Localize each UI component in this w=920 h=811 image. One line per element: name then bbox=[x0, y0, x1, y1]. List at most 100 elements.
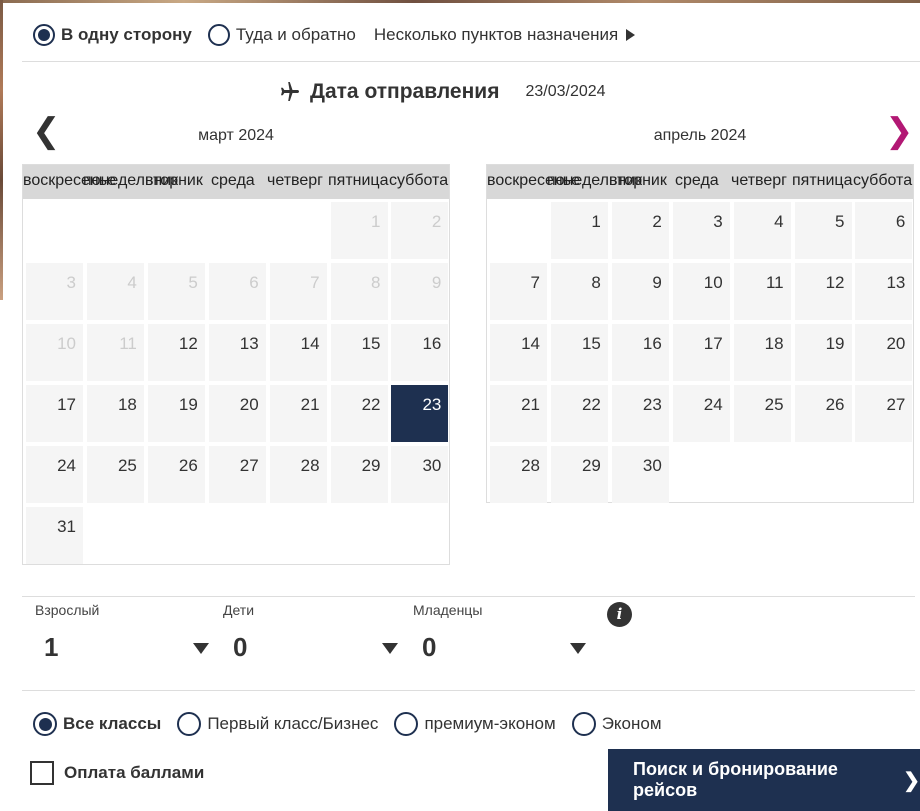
infants-label: Младенцы bbox=[413, 602, 483, 618]
calendar-day[interactable]: 16 bbox=[611, 324, 669, 381]
multi-city-label: Несколько пунктов назначения bbox=[373, 25, 619, 44]
calendar-day[interactable]: 14 bbox=[269, 324, 327, 381]
search-flights-button[interactable]: Поиск и бронирование рейсов ❯ bbox=[608, 749, 920, 811]
calendar-day[interactable]: 6 bbox=[855, 202, 913, 259]
calendar-day[interactable]: 21 bbox=[490, 385, 547, 442]
month-title-march: март 2024 bbox=[198, 127, 274, 144]
calendar-day[interactable]: 16 bbox=[391, 324, 449, 381]
calendar-day[interactable]: 17 bbox=[26, 385, 83, 442]
calendar-day[interactable]: 4 bbox=[733, 202, 791, 259]
weekday-label: вторник bbox=[609, 172, 667, 189]
radio-selected-icon bbox=[33, 712, 57, 736]
calendar-day[interactable]: 13 bbox=[855, 263, 913, 320]
calendar-day[interactable]: 19 bbox=[147, 385, 205, 442]
calendar-day[interactable]: 8 bbox=[550, 263, 608, 320]
weekday-label: четверг bbox=[267, 172, 323, 189]
triangle-right-icon bbox=[626, 29, 636, 41]
calendar-day[interactable]: 23 bbox=[611, 385, 669, 442]
calendar-day[interactable]: 18 bbox=[733, 324, 791, 381]
class-economy-label: Эконом bbox=[601, 714, 662, 733]
class-premium-economy[interactable]: премиум-эконом bbox=[394, 712, 556, 736]
calendar-day[interactable]: 30 bbox=[611, 446, 669, 503]
info-icon[interactable]: i bbox=[607, 602, 632, 627]
calendar-day[interactable]: 26 bbox=[147, 446, 205, 503]
chevron-down-icon[interactable] bbox=[570, 643, 586, 654]
calendar-day[interactable]: 31 bbox=[26, 507, 83, 564]
calendar-day[interactable]: 15 bbox=[330, 324, 388, 381]
children-select[interactable]: 0 bbox=[233, 632, 247, 663]
calendar-day[interactable]: 14 bbox=[490, 324, 547, 381]
calendar-day[interactable]: 10 bbox=[672, 263, 730, 320]
calendar-day[interactable]: 19 bbox=[794, 324, 852, 381]
calendar-day: 7 bbox=[269, 263, 327, 320]
infants-select[interactable]: 0 bbox=[422, 632, 436, 663]
divider bbox=[22, 596, 915, 597]
radio-unselected-icon bbox=[394, 712, 419, 736]
calendar-day[interactable]: 27 bbox=[208, 446, 266, 503]
calendar-day[interactable]: 5 bbox=[794, 202, 852, 259]
calendar-day[interactable]: 11 bbox=[733, 263, 791, 320]
calendar-day[interactable]: 12 bbox=[794, 263, 852, 320]
calendar-day[interactable]: 22 bbox=[550, 385, 608, 442]
class-all-label: Все классы bbox=[63, 714, 162, 733]
weekday-label: пятница bbox=[792, 172, 853, 189]
calendar-day: 5 bbox=[147, 263, 205, 320]
search-button-label: Поиск и бронирование рейсов bbox=[633, 759, 838, 800]
divider bbox=[22, 690, 915, 691]
weekday-header: воскресенье понедельник вторник среда четвер… bbox=[23, 165, 449, 199]
weekday-label: среда bbox=[675, 172, 719, 189]
chevron-down-icon[interactable] bbox=[382, 643, 398, 654]
weekday-label: пятница bbox=[328, 172, 389, 189]
calendar-day[interactable]: 20 bbox=[855, 324, 913, 381]
calendar-day[interactable]: 24 bbox=[26, 446, 83, 503]
calendar-day[interactable]: 15 bbox=[550, 324, 608, 381]
cabin-class-selector: Все классы Первый класс/Бизнес премиум-э… bbox=[33, 711, 678, 737]
chevron-right-icon: ❯ bbox=[903, 769, 920, 792]
calendar-day[interactable]: 9 bbox=[611, 263, 669, 320]
pay-with-points-label: Оплата баллами bbox=[64, 763, 205, 782]
calendar-day[interactable]: 17 bbox=[672, 324, 730, 381]
calendar-day[interactable]: 29 bbox=[330, 446, 388, 503]
trip-type-round-trip[interactable]: Туда и обратно bbox=[207, 24, 356, 46]
calendar-day[interactable]: 12 bbox=[147, 324, 205, 381]
calendar-day[interactable]: 29 bbox=[550, 446, 608, 503]
trip-type-one-way[interactable]: В одну сторону bbox=[33, 24, 192, 46]
calendar-day-selected[interactable]: 23 bbox=[391, 385, 449, 442]
calendar-day[interactable]: 27 bbox=[855, 385, 913, 442]
calendar-day: 9 bbox=[391, 263, 449, 320]
radio-selected-icon bbox=[33, 24, 55, 46]
calendar-day[interactable]: 2 bbox=[611, 202, 669, 259]
calendar-day: 10 bbox=[26, 324, 83, 381]
checkbox-icon bbox=[30, 761, 54, 785]
class-premium-economy-label: премиум-эконом bbox=[424, 714, 556, 733]
chevron-down-icon[interactable] bbox=[193, 643, 209, 654]
calendar-day[interactable]: 20 bbox=[208, 385, 266, 442]
class-first-business[interactable]: Первый класс/Бизнес bbox=[177, 712, 378, 736]
adults-select[interactable]: 1 bbox=[44, 632, 58, 663]
class-economy[interactable]: Эконом bbox=[571, 712, 662, 736]
month-title-april: апрель 2024 bbox=[653, 127, 747, 144]
calendar-day[interactable]: 28 bbox=[269, 446, 327, 503]
calendar-day: 1 bbox=[330, 202, 388, 259]
calendar-day[interactable]: 26 bbox=[794, 385, 852, 442]
radio-unselected-icon bbox=[571, 712, 596, 736]
calendar-day[interactable]: 13 bbox=[208, 324, 266, 381]
pay-with-points-checkbox[interactable]: Оплата баллами bbox=[30, 761, 204, 785]
calendar-day[interactable]: 7 bbox=[490, 263, 547, 320]
calendar-day[interactable]: 30 bbox=[391, 446, 449, 503]
calendar-day[interactable]: 21 bbox=[269, 385, 327, 442]
children-label: Дети bbox=[223, 602, 255, 618]
calendar-day: 2 bbox=[391, 202, 449, 259]
calendar-day[interactable]: 18 bbox=[86, 385, 144, 442]
calendar-day[interactable]: 24 bbox=[672, 385, 730, 442]
calendar-day[interactable]: 22 bbox=[330, 385, 388, 442]
calendar-day: 3 bbox=[26, 263, 83, 320]
multi-city-link[interactable]: Несколько пунктов назначения bbox=[373, 25, 636, 45]
calendar-day[interactable]: 28 bbox=[490, 446, 547, 503]
calendar-day[interactable]: 1 bbox=[550, 202, 608, 259]
calendar-day[interactable]: 25 bbox=[86, 446, 144, 503]
class-all[interactable]: Все классы bbox=[33, 712, 161, 736]
calendar-day: 4 bbox=[86, 263, 144, 320]
calendar-day[interactable]: 3 bbox=[672, 202, 730, 259]
calendar-day[interactable]: 25 bbox=[733, 385, 791, 442]
